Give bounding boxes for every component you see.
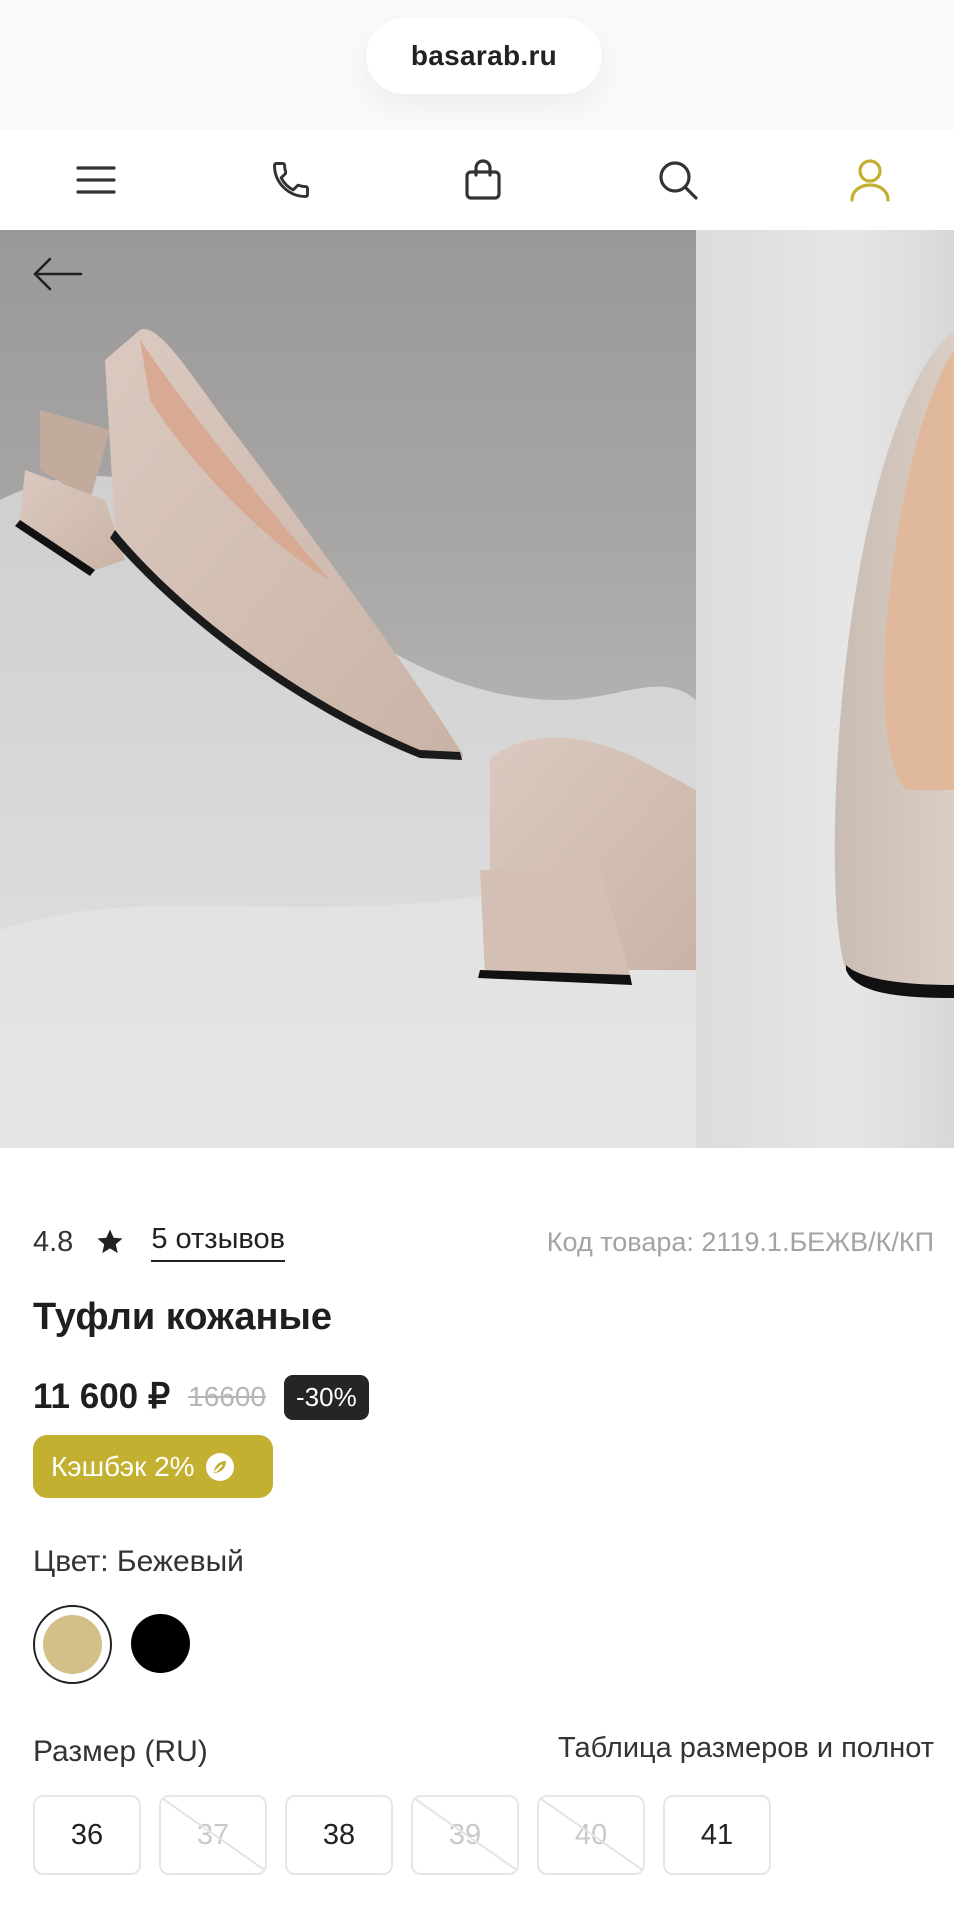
color-swatch-black[interactable] <box>131 1614 190 1673</box>
rating-value: 4.8 <box>33 1225 74 1258</box>
current-price: 11 600 ₽ <box>33 1377 171 1416</box>
user-icon[interactable] <box>840 150 900 210</box>
size-option-41[interactable]: 41 <box>663 1795 771 1875</box>
old-price: 16600 <box>188 1381 266 1412</box>
star-icon <box>95 1227 125 1257</box>
product-photo-main <box>0 230 696 1148</box>
product-photo-secondary <box>696 230 954 1148</box>
menu-icon[interactable] <box>66 150 126 210</box>
size-table-link[interactable]: Таблица размеров и полнот <box>558 1732 934 1765</box>
color-label: Цвет: Бежевый <box>33 1545 244 1578</box>
bag-icon[interactable] <box>453 150 513 210</box>
url-bar[interactable]: basarab.ru <box>366 18 602 94</box>
product-gallery[interactable] <box>0 230 954 1148</box>
size-selector: 36 37 38 39 40 41 <box>33 1795 789 1875</box>
size-option-36[interactable]: 36 <box>33 1795 141 1875</box>
rating-row: 4.8 5 отзывов <box>33 1222 286 1262</box>
top-navigation <box>0 130 954 230</box>
size-label: Размер (RU) <box>33 1735 208 1768</box>
browser-url-area: basarab.ru <box>0 0 954 130</box>
size-option-39[interactable]: 39 <box>411 1795 519 1875</box>
size-option-38[interactable]: 38 <box>285 1795 393 1875</box>
size-option-37[interactable]: 37 <box>159 1795 267 1875</box>
search-icon[interactable] <box>648 150 708 210</box>
cashback-label: Кэшбэк 2% <box>51 1450 195 1482</box>
cashback-icon <box>205 1452 235 1482</box>
product-title: Туфли кожаные <box>33 1296 333 1338</box>
back-arrow-icon[interactable] <box>26 246 90 302</box>
phone-icon[interactable] <box>261 150 321 210</box>
size-option-40[interactable]: 40 <box>537 1795 645 1875</box>
color-swatch-beige-fill <box>43 1615 102 1674</box>
color-swatch-beige[interactable] <box>33 1605 112 1684</box>
product-sku: Код товара: 2119.1.БЕЖВ/К/КП <box>546 1226 934 1257</box>
discount-badge: -30% <box>284 1374 369 1420</box>
price-row: 11 600 ₽ 16600 -30% <box>33 1372 369 1422</box>
cashback-badge[interactable]: Кэшбэк 2% <box>33 1435 273 1498</box>
reviews-link[interactable]: 5 отзывов <box>151 1223 286 1262</box>
